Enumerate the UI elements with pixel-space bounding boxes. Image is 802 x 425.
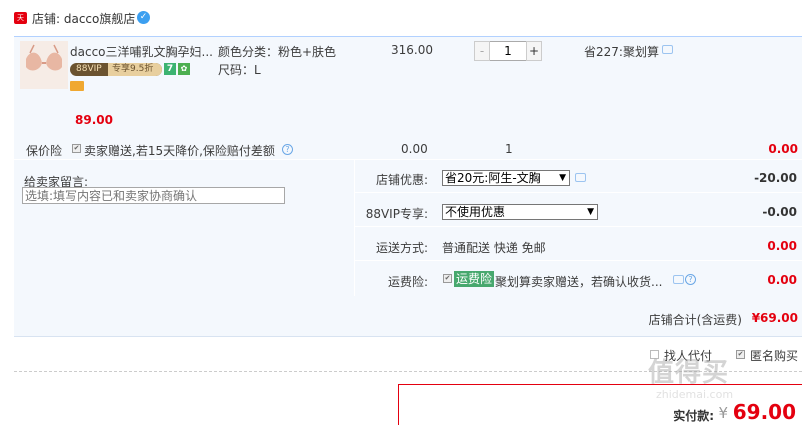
unit-price: 316.00 — [391, 43, 433, 57]
freight-insurance-label: 运费险: — [387, 275, 428, 289]
price-protection-price: 0.00 — [401, 142, 428, 156]
vip-discount-label: 88VIP专享: — [365, 207, 428, 221]
shop-coupon-row: 店铺优惠: 省20元:阿生-文胸 ▼ -20.00 — [355, 160, 802, 193]
shop-coupon-label: 店铺优惠: — [375, 173, 428, 187]
vip-discount-badge: 88VIP 专享9.5折 — [70, 63, 162, 76]
chat-icon[interactable] — [575, 173, 586, 182]
quantity-stepper: - + — [474, 41, 544, 61]
payment-summary: 实付款: ¥ 69.00 — [398, 384, 802, 425]
shipping-row: 运送方式: 普通配送 快递 免邮 0.00 — [355, 228, 802, 261]
seller-message-input[interactable] — [22, 187, 285, 204]
quantity-input[interactable] — [490, 41, 526, 61]
dropdown-arrow-icon: ▼ — [587, 207, 594, 217]
shipping-label: 运送方式: — [375, 241, 428, 255]
vip-discount-label: 专享9.5折 — [108, 63, 162, 76]
price-protection-total: 0.00 — [768, 142, 798, 156]
freight-insurance-row: 运费险: ✔ 运费险 聚划算卖家赠送，若确认收货... ? 0.00 — [355, 262, 802, 295]
watermark: 值得买 — [648, 358, 730, 388]
price-protection-checkbox[interactable]: ✔ — [72, 144, 81, 153]
price-protection-label: 保价险 — [26, 144, 63, 158]
help-icon[interactable]: ? — [282, 144, 293, 155]
payment-label: 实付款: — [673, 409, 714, 423]
vip-discount-value: 不使用优惠 — [445, 205, 506, 219]
price-protection-row: 保价险 ✔ 卖家赠送,若15天降价,保险赔付差额 ? 0.00 1 0.00 — [14, 139, 802, 159]
product-title-link[interactable]: dacco三洋哺乳文胸孕妇... — [70, 43, 215, 60]
tmall-logo-icon: 天猫 — [14, 12, 27, 34]
shop-coupon-value: 省20元:阿生-文胸 — [445, 171, 541, 185]
payment-currency: ¥ — [718, 404, 728, 422]
vip-discount-amount: -0.00 — [762, 205, 797, 219]
vip-badge-label: 88VIP — [76, 64, 102, 74]
credit-card-icon[interactable] — [70, 81, 84, 91]
anonymous-purchase-label[interactable]: 匿名购买 — [750, 347, 798, 364]
quantity-decrease-button[interactable]: - — [474, 41, 490, 61]
watermark-sub: zhidemai.com — [656, 388, 734, 401]
payment-value: 69.00 — [732, 400, 796, 424]
sku-size: 尺码：L — [218, 63, 261, 77]
shop-coupon-select[interactable]: 省20元:阿生-文胸 ▼ — [442, 170, 570, 186]
verified-icon[interactable]: ✓ — [137, 11, 150, 24]
shipping-value: 普通配送 快递 免邮 — [442, 241, 546, 255]
price-protection-desc: 卖家赠送,若15天降价,保险赔付差额 — [84, 144, 275, 158]
seven-day-return-icon[interactable]: 7 — [164, 63, 176, 75]
freight-insurance-tag: 运费险 — [454, 271, 495, 287]
vip-discount-select[interactable]: 不使用优惠 ▼ — [442, 204, 598, 220]
shop-coupon-amount: -20.00 — [754, 171, 797, 185]
discounted-price: 89.00 — [75, 113, 113, 127]
order-options-panel: 店铺优惠: 省20元:阿生-文胸 ▼ -20.00 88VIP专享: 不使用优惠… — [355, 160, 802, 296]
anonymous-purchase-checkbox[interactable]: ✔ — [736, 350, 745, 359]
chat-icon[interactable] — [662, 45, 673, 54]
freight-insurance-desc: 聚划算卖家赠送，若确认收货... — [495, 275, 663, 289]
quantity-increase-button[interactable]: + — [526, 41, 542, 61]
price-protection-qty: 1 — [505, 142, 513, 156]
shop-total-row: 店铺合计(含运费) ¥69.00 — [14, 296, 802, 337]
sku-color: 颜色分类：粉色+肤色 — [218, 45, 337, 59]
chat-icon[interactable] — [673, 275, 684, 284]
shipping-amount: 0.00 — [767, 239, 797, 253]
vip-discount-row: 88VIP专享: 不使用优惠 ▼ -0.00 — [355, 194, 802, 227]
help-icon[interactable]: ? — [685, 274, 696, 285]
product-image[interactable] — [20, 41, 68, 89]
shop-total-label: 店铺合计(含运费) — [648, 313, 742, 327]
shop-header: 天猫 店铺: dacco旗舰店 ✓ — [0, 0, 802, 36]
freight-insurance-amount: 0.00 — [767, 273, 797, 287]
shop-total-value: ¥69.00 — [751, 311, 798, 325]
shop-name-link[interactable]: 店铺: dacco旗舰店 — [32, 10, 135, 27]
saving-info: 省227:聚划算 — [584, 45, 659, 59]
seller-message-panel: 给卖家留言: — [14, 160, 354, 296]
dropdown-arrow-icon: ▼ — [559, 173, 566, 183]
gift-icon[interactable]: ✿ — [178, 63, 190, 75]
freight-insurance-checkbox[interactable]: ✔ — [443, 274, 452, 283]
